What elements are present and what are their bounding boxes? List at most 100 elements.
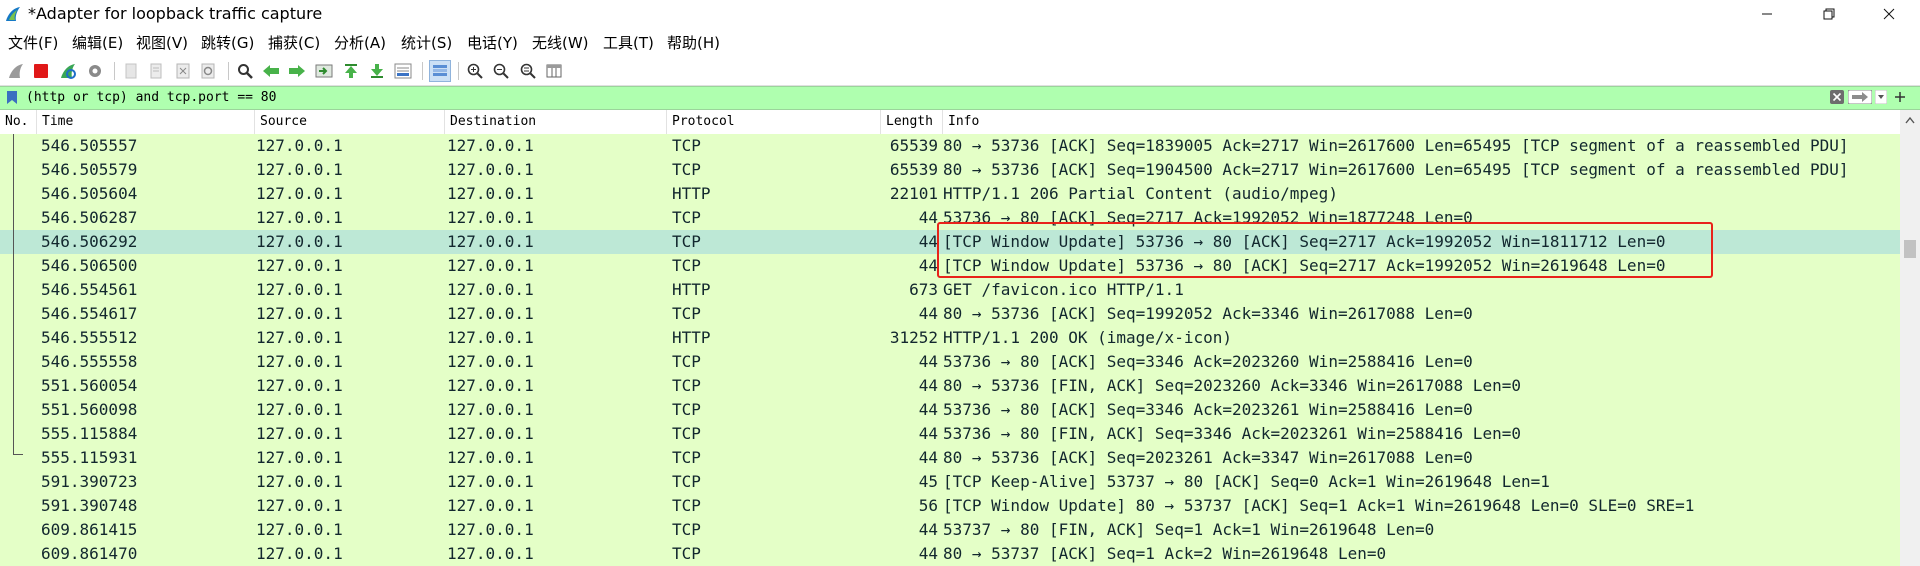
zoom-in-icon <box>467 63 483 79</box>
packet-destination: 127.0.0.1 <box>447 544 534 563</box>
column-header-source[interactable]: Source <box>254 110 444 134</box>
packet-row[interactable]: 551.560054 127.0.0.1 127.0.0.1 TCP 44 80 → 53… <box>0 374 1900 398</box>
menu-go[interactable]: 跳转(G) <box>201 32 254 53</box>
packet-protocol: TCP <box>672 520 701 539</box>
packet-row[interactable]: 546.554561 127.0.0.1 127.0.0.1 HTTP 673 GET /… <box>0 278 1900 302</box>
packet-row[interactable]: 546.554617 127.0.0.1 127.0.0.1 TCP 44 80 → 53… <box>0 302 1900 326</box>
go-forward-button[interactable] <box>286 60 308 82</box>
close-button[interactable] <box>1866 0 1912 28</box>
packet-length: 44 <box>918 520 938 539</box>
first-packet-button[interactable] <box>340 60 362 82</box>
menu-capture[interactable]: 捕获(C) <box>268 32 320 53</box>
menu-view[interactable]: 视图(V) <box>136 32 188 53</box>
menu-telephony[interactable]: 电话(Y) <box>467 32 518 53</box>
packet-protocol: HTTP <box>672 184 711 203</box>
packet-row[interactable]: 555.115884 127.0.0.1 127.0.0.1 TCP 44 53736 →… <box>0 422 1900 446</box>
zoom-out-button[interactable] <box>490 60 512 82</box>
column-header-length[interactable]: Length <box>880 110 942 134</box>
packet-source: 127.0.0.1 <box>256 184 343 203</box>
go-to-packet-button[interactable] <box>313 60 335 82</box>
zoom-reset-icon <box>520 63 536 79</box>
packet-time: 546.554617 <box>41 304 138 323</box>
column-header-protocol[interactable]: Protocol <box>666 110 880 134</box>
auto-scroll-icon <box>394 63 412 79</box>
reload-icon <box>201 63 215 79</box>
packet-row[interactable]: 546.505604 127.0.0.1 127.0.0.1 HTTP 22101 HTT… <box>0 182 1900 206</box>
column-header-destination[interactable]: Destination <box>444 110 666 134</box>
add-filter-button-icon[interactable] <box>1894 91 1906 103</box>
clear-filter-icon[interactable] <box>1830 90 1844 104</box>
packet-info: [TCP Window Update] 53736 → 80 [ACK] Seq… <box>943 256 1666 275</box>
restore-icon <box>1823 8 1835 20</box>
packet-row[interactable]: 609.861470 127.0.0.1 127.0.0.1 TCP 44 80 → 53… <box>0 542 1900 566</box>
packet-time: 609.861470 <box>41 544 138 563</box>
open-file-button[interactable] <box>120 60 142 82</box>
bookmark-icon[interactable] <box>6 90 18 105</box>
go-back-button[interactable] <box>260 60 282 82</box>
packet-row[interactable]: 546.506292 127.0.0.1 127.0.0.1 TCP 44 [TCP Wi… <box>0 230 1900 254</box>
packet-row[interactable]: 609.861415 127.0.0.1 127.0.0.1 TCP 44 53737 →… <box>0 518 1900 542</box>
scrollbar-thumb[interactable] <box>1904 240 1916 258</box>
resize-columns-button[interactable] <box>543 60 565 82</box>
zoom-in-button[interactable] <box>464 60 486 82</box>
zoom-out-icon <box>493 63 509 79</box>
close-file-button[interactable] <box>172 60 194 82</box>
normal-size-button[interactable] <box>517 60 539 82</box>
packet-protocol: TCP <box>672 304 701 323</box>
packet-destination: 127.0.0.1 <box>447 400 534 419</box>
menu-tools[interactable]: 工具(T) <box>603 32 654 53</box>
shark-fin-icon <box>9 64 23 78</box>
window-title: *Adapter for loopback traffic capture <box>28 4 323 23</box>
menu-wireless[interactable]: 无线(W) <box>532 32 589 53</box>
stop-capture-button[interactable] <box>30 60 52 82</box>
restart-capture-button[interactable] <box>57 60 79 82</box>
packet-row[interactable]: 546.505579 127.0.0.1 127.0.0.1 TCP 65539 80 →… <box>0 158 1900 182</box>
save-file-button[interactable] <box>145 60 167 82</box>
scroll-up-icon[interactable] <box>1905 116 1915 124</box>
packet-row[interactable]: 555.115931 127.0.0.1 127.0.0.1 TCP 44 80 → 53… <box>0 446 1900 470</box>
packet-info: 53737 → 80 [FIN, ACK] Seq=1 Ack=1 Win=26… <box>943 520 1435 539</box>
packet-info: 53736 → 80 [FIN, ACK] Seq=3346 Ack=20232… <box>943 424 1521 443</box>
packet-protocol: HTTP <box>672 328 711 347</box>
last-packet-button[interactable] <box>366 60 388 82</box>
column-header-time[interactable]: Time <box>36 110 254 134</box>
apply-filter-icon[interactable] <box>1848 90 1872 104</box>
packet-row[interactable]: 546.555558 127.0.0.1 127.0.0.1 TCP 44 53736 →… <box>0 350 1900 374</box>
menu-analyze[interactable]: 分析(A) <box>334 32 386 53</box>
packet-row[interactable]: 546.505557 127.0.0.1 127.0.0.1 TCP 65539 80 →… <box>0 134 1900 158</box>
packet-row[interactable]: 591.390723 127.0.0.1 127.0.0.1 TCP 45 [TCP Ke… <box>0 470 1900 494</box>
colorize-button[interactable] <box>429 60 451 82</box>
start-capture-button[interactable] <box>5 60 27 82</box>
packet-row[interactable]: 546.506500 127.0.0.1 127.0.0.1 TCP 44 [TCP Wi… <box>0 254 1900 278</box>
capture-options-button[interactable] <box>84 60 106 82</box>
packet-row[interactable]: 551.560098 127.0.0.1 127.0.0.1 TCP 44 53736 →… <box>0 398 1900 422</box>
menu-statistics[interactable]: 统计(S) <box>401 32 452 53</box>
minimize-button[interactable] <box>1744 0 1790 28</box>
column-header-no[interactable]: No. <box>0 110 36 134</box>
packet-source: 127.0.0.1 <box>256 160 343 179</box>
packet-row[interactable]: 591.390748 127.0.0.1 127.0.0.1 TCP 56 [TCP Wi… <box>0 494 1900 518</box>
display-filter-input[interactable]: (http or tcp) and tcp.port == 80 <box>26 90 276 105</box>
packet-source: 127.0.0.1 <box>256 472 343 491</box>
reload-file-button[interactable] <box>197 60 219 82</box>
menu-edit[interactable]: 编辑(E) <box>72 32 123 53</box>
packet-length: 65539 <box>889 136 938 155</box>
menu-file[interactable]: 文件(F) <box>8 32 58 53</box>
packet-length: 31252 <box>889 328 938 347</box>
vertical-scrollbar[interactable] <box>1900 110 1920 566</box>
find-packet-button[interactable] <box>234 60 256 82</box>
filter-history-dropdown-icon[interactable] <box>1875 90 1887 104</box>
menu-help[interactable]: 帮助(H) <box>667 32 720 53</box>
packet-row[interactable]: 546.555512 127.0.0.1 127.0.0.1 HTTP 31252 HTT… <box>0 326 1900 350</box>
column-header-info[interactable]: Info <box>942 110 1900 134</box>
packet-destination: 127.0.0.1 <box>447 256 534 275</box>
packet-list-header: No. Time Source Destination Protocol Len… <box>0 110 1900 135</box>
packet-time: 546.505579 <box>41 160 138 179</box>
auto-scroll-button[interactable] <box>392 60 414 82</box>
close-file-icon <box>176 63 190 79</box>
packet-destination: 127.0.0.1 <box>447 472 534 491</box>
restore-button[interactable] <box>1806 0 1852 28</box>
packet-row[interactable]: 546.506287 127.0.0.1 127.0.0.1 TCP 44 53736 →… <box>0 206 1900 230</box>
packet-destination: 127.0.0.1 <box>447 136 534 155</box>
packet-time: 609.861415 <box>41 520 138 539</box>
